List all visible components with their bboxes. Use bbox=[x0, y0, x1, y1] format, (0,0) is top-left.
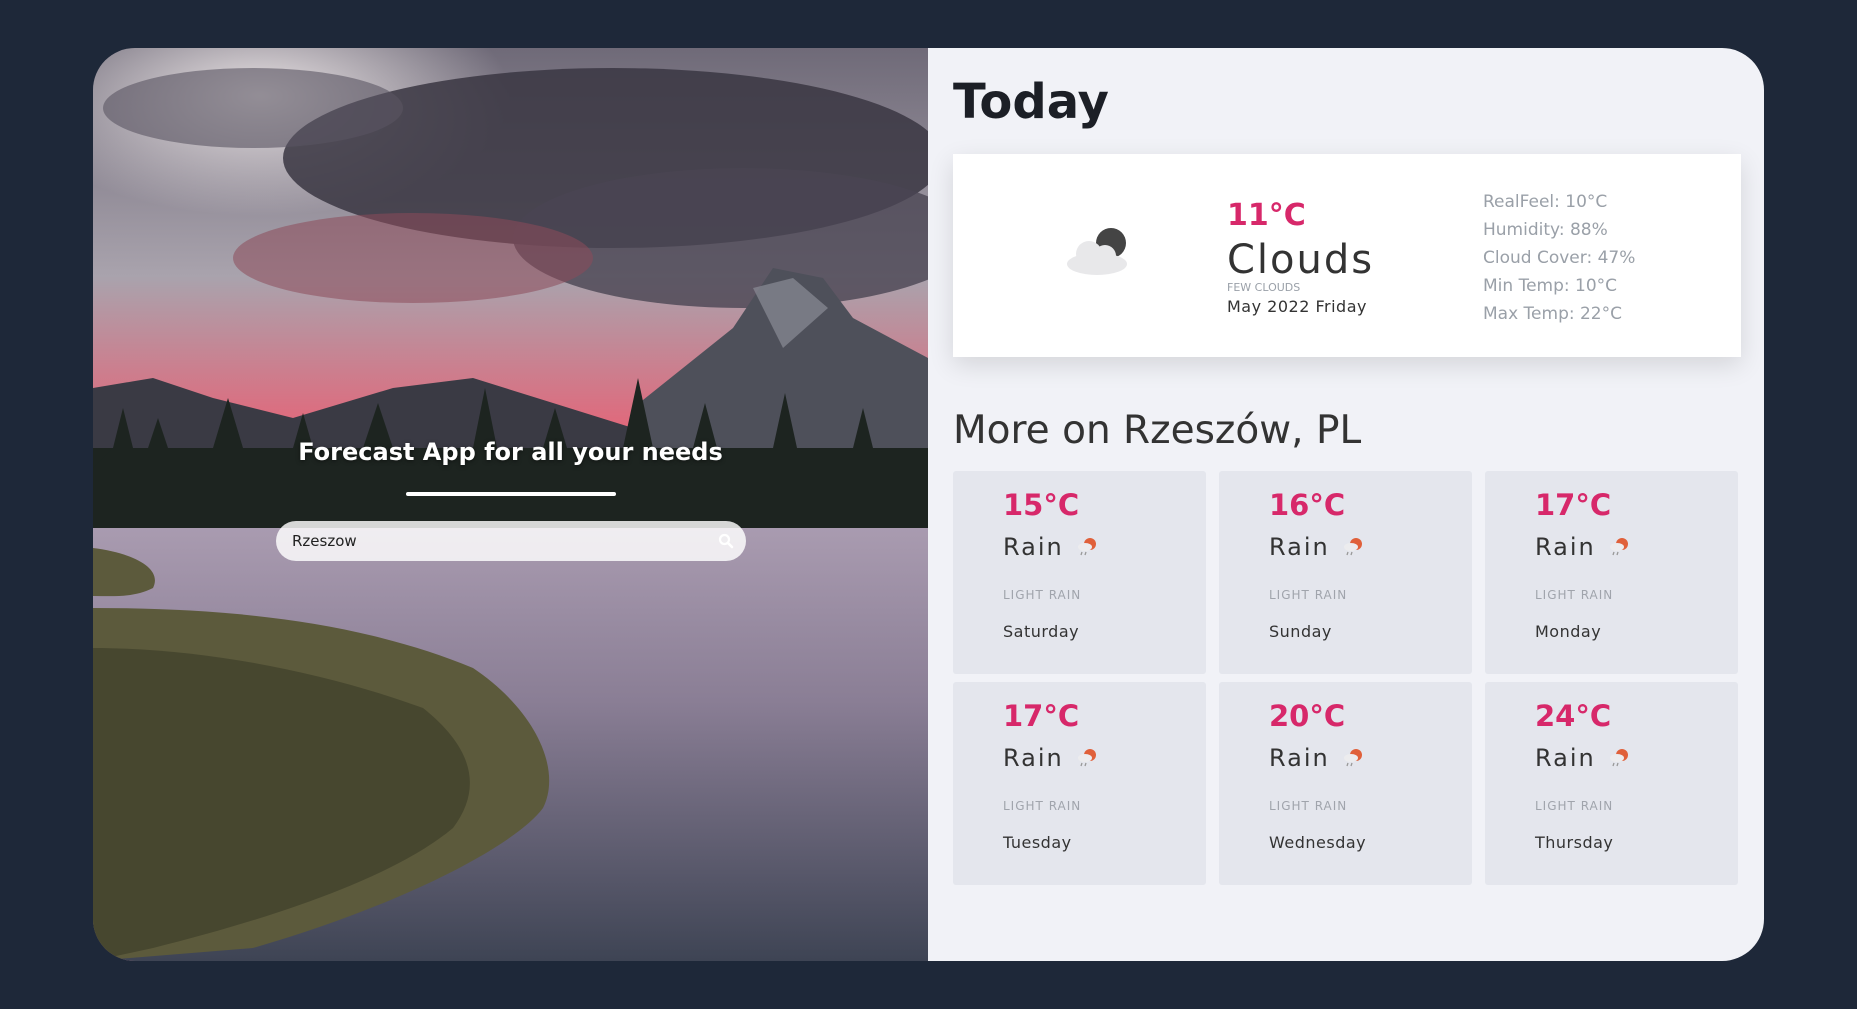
forecast-description: light rain bbox=[1003, 588, 1082, 602]
rain-icon bbox=[1076, 536, 1098, 558]
forecast-description: light rain bbox=[1269, 588, 1348, 602]
forecast-condition-row: Rain bbox=[1535, 533, 1630, 561]
forecast-condition-row: Rain bbox=[1003, 533, 1098, 561]
rain-icon bbox=[1608, 536, 1630, 558]
forecast-temperature: 20°C bbox=[1269, 699, 1346, 733]
weather-details-list: RealFeel: 10°C Humidity: 88% Cloud Cover… bbox=[1483, 188, 1635, 328]
city-search-input[interactable] bbox=[292, 532, 706, 550]
forecast-description: light rain bbox=[1535, 799, 1614, 813]
forecast-panel: Today 11°C Clouds few clouds May 2022 Fr… bbox=[928, 48, 1764, 961]
rain-icon bbox=[1608, 747, 1630, 769]
forecast-description: light rain bbox=[1003, 799, 1082, 813]
forecast-condition-row: Rain bbox=[1535, 744, 1630, 772]
current-description: few clouds bbox=[1227, 281, 1301, 294]
current-temperature: 11°C bbox=[1227, 198, 1306, 233]
app-tagline: Forecast App for all your needs bbox=[298, 438, 723, 466]
forecast-day-card: 15°C Rain light rain Saturday bbox=[953, 471, 1206, 674]
cloud-cover-value: Cloud Cover: 47% bbox=[1483, 248, 1636, 268]
landscape-background-image bbox=[93, 48, 928, 961]
forecast-condition: Rain bbox=[1269, 744, 1330, 772]
rain-icon bbox=[1342, 536, 1364, 558]
forecast-day-card: 16°C Rain light rain Sunday bbox=[1219, 471, 1472, 674]
forecast-temperature: 17°C bbox=[1535, 488, 1612, 522]
forecast-temperature: 24°C bbox=[1535, 699, 1612, 733]
forecast-day-name: Wednesday bbox=[1269, 833, 1367, 852]
forecast-condition: Rain bbox=[1003, 533, 1064, 561]
forecast-day-name: Tuesday bbox=[1003, 833, 1072, 852]
rain-icon bbox=[1342, 747, 1364, 769]
partly-cloudy-icon bbox=[1063, 226, 1133, 280]
hero-panel: Forecast App for all your needs bbox=[93, 48, 928, 961]
forecast-temperature: 16°C bbox=[1269, 488, 1346, 522]
today-heading: Today bbox=[953, 74, 1109, 130]
forecast-description: light rain bbox=[1535, 588, 1614, 602]
forecast-day-name: Sunday bbox=[1269, 622, 1332, 641]
forecast-day-name: Monday bbox=[1535, 622, 1602, 641]
forecast-description: light rain bbox=[1269, 799, 1348, 813]
forecast-day-card: 17°C Rain light rain Tuesday bbox=[953, 682, 1206, 885]
forecast-day-card: 20°C Rain light rain Wednesday bbox=[1219, 682, 1472, 885]
forecast-day-name: Saturday bbox=[1003, 622, 1080, 641]
current-condition: Clouds bbox=[1227, 237, 1375, 283]
forecast-condition-row: Rain bbox=[1003, 744, 1098, 772]
min-temp-value: Min Temp: 10°C bbox=[1483, 276, 1618, 296]
forecast-condition: Rain bbox=[1535, 744, 1596, 772]
current-weather-card: 11°C Clouds few clouds May 2022 Friday R… bbox=[953, 154, 1741, 357]
forecast-grid: 15°C Rain light rain Saturday 16°C Rain … bbox=[953, 471, 1738, 885]
tagline-underline bbox=[406, 492, 616, 496]
humidity-value: Humidity: 88% bbox=[1483, 220, 1608, 240]
forecast-condition-row: Rain bbox=[1269, 533, 1364, 561]
max-temp-value: Max Temp: 22°C bbox=[1483, 304, 1622, 324]
forecast-day-card: 17°C Rain light rain Monday bbox=[1485, 471, 1738, 674]
forecast-condition: Rain bbox=[1269, 533, 1330, 561]
forecast-day-name: Thursday bbox=[1535, 833, 1614, 852]
forecast-temperature: 17°C bbox=[1003, 699, 1080, 733]
forecast-condition-row: Rain bbox=[1269, 744, 1364, 772]
forecast-condition: Rain bbox=[1535, 533, 1596, 561]
forecast-temperature: 15°C bbox=[1003, 488, 1080, 522]
app-window: Forecast App for all your needs Today 11… bbox=[93, 48, 1764, 961]
more-location-heading: More on Rzeszów, PL bbox=[953, 408, 1362, 453]
current-date: May 2022 Friday bbox=[1227, 297, 1367, 316]
rain-icon bbox=[1076, 747, 1098, 769]
search-icon[interactable] bbox=[706, 521, 746, 561]
forecast-day-card: 24°C Rain light rain Thursday bbox=[1485, 682, 1738, 885]
forecast-condition: Rain bbox=[1003, 744, 1064, 772]
city-search-bar[interactable] bbox=[276, 521, 746, 561]
realfeel-value: RealFeel: 10°C bbox=[1483, 192, 1608, 212]
